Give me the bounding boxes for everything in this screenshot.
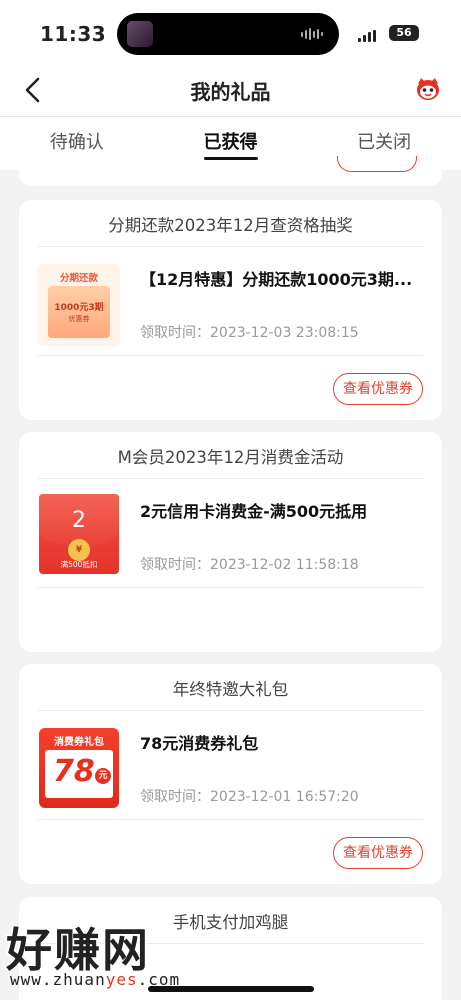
thumb-unit: 元 (95, 768, 111, 784)
gift-name[interactable]: 78元消费券礼包 (140, 730, 425, 754)
status-bar: 11:33 56 (0, 0, 461, 64)
home-indicator[interactable] (148, 986, 314, 992)
watermark: 好赚网 www.zhuanyes.com (5, 914, 206, 994)
installment-coupon-thumbnail: 分期还款 1000元3期 优惠券 (39, 264, 119, 344)
gift-card: 分期还款2023年12月查资格抽奖 分期还款 1000元3期 优惠券 【12月特… (19, 200, 442, 420)
view-coupon-button[interactable]: 查看优惠券 (333, 373, 423, 405)
status-time: 11:33 (40, 22, 107, 46)
divider (38, 819, 423, 820)
gift-name[interactable]: 2元信用卡消费金-满500元抵用 (140, 498, 425, 522)
divider (38, 478, 423, 479)
gift-pack-thumbnail: 消费券礼包 78 元 (39, 728, 119, 808)
thumb-panel: 1000元3期 优惠券 (48, 286, 110, 338)
now-playing-artwork (127, 21, 153, 47)
dynamic-island[interactable] (117, 13, 339, 55)
thumb-amount: 78 (53, 754, 95, 789)
nav-bar: 我的礼品 (0, 64, 461, 116)
page-title: 我的礼品 (190, 80, 271, 104)
thumb-amount: 1000元3期 (54, 303, 104, 313)
divider (38, 246, 423, 247)
receive-time: 领取时间：2023-12-01 16:57:20 (140, 789, 359, 805)
receive-time: 领取时间：2023-12-03 23:08:15 (140, 325, 359, 341)
pack-window: 78 元 (45, 750, 113, 798)
gift-card: 年终特邀大礼包 消费券礼包 78 元 78元消费券礼包 领取时间：2023-12… (19, 664, 442, 884)
divider (38, 587, 423, 588)
divider (38, 710, 423, 711)
battery-icon: 56 (389, 25, 419, 41)
audio-wave-icon (301, 28, 323, 40)
activity-title: 年终特邀大礼包 (172, 680, 289, 699)
gift-name[interactable]: 【12月特惠】分期还款1000元3期... (140, 266, 425, 290)
divider (38, 355, 423, 356)
cellular-signal-icon (358, 30, 376, 42)
activity-title: 分期还款2023年12月查资格抽奖 (108, 216, 353, 235)
thumb-title: 分期还款 (59, 273, 98, 284)
red-packet-thumbnail: 2 ¥ 满500抵扣 (39, 494, 119, 574)
gift-card: M会员2023年12月消费金活动 2 ¥ 满500抵扣 2元信用卡消费金-满50… (19, 432, 442, 652)
mascot-service-icon[interactable] (414, 75, 442, 103)
thumb-sub: 优惠券 (68, 315, 90, 323)
thumb-amount: 2 (72, 508, 86, 533)
coupon-button-partial[interactable] (337, 156, 417, 172)
yuan-seal-icon: ¥ (68, 539, 90, 561)
view-coupon-button[interactable]: 查看优惠券 (333, 837, 423, 869)
thumb-condition: 满500抵扣 (60, 560, 98, 569)
gift-card-previous (19, 156, 442, 186)
receive-time: 领取时间：2023-12-02 11:58:18 (140, 557, 359, 573)
thumb-tag: 消费券礼包 (54, 737, 104, 748)
activity-title: M会员2023年12月消费金活动 (117, 448, 344, 467)
